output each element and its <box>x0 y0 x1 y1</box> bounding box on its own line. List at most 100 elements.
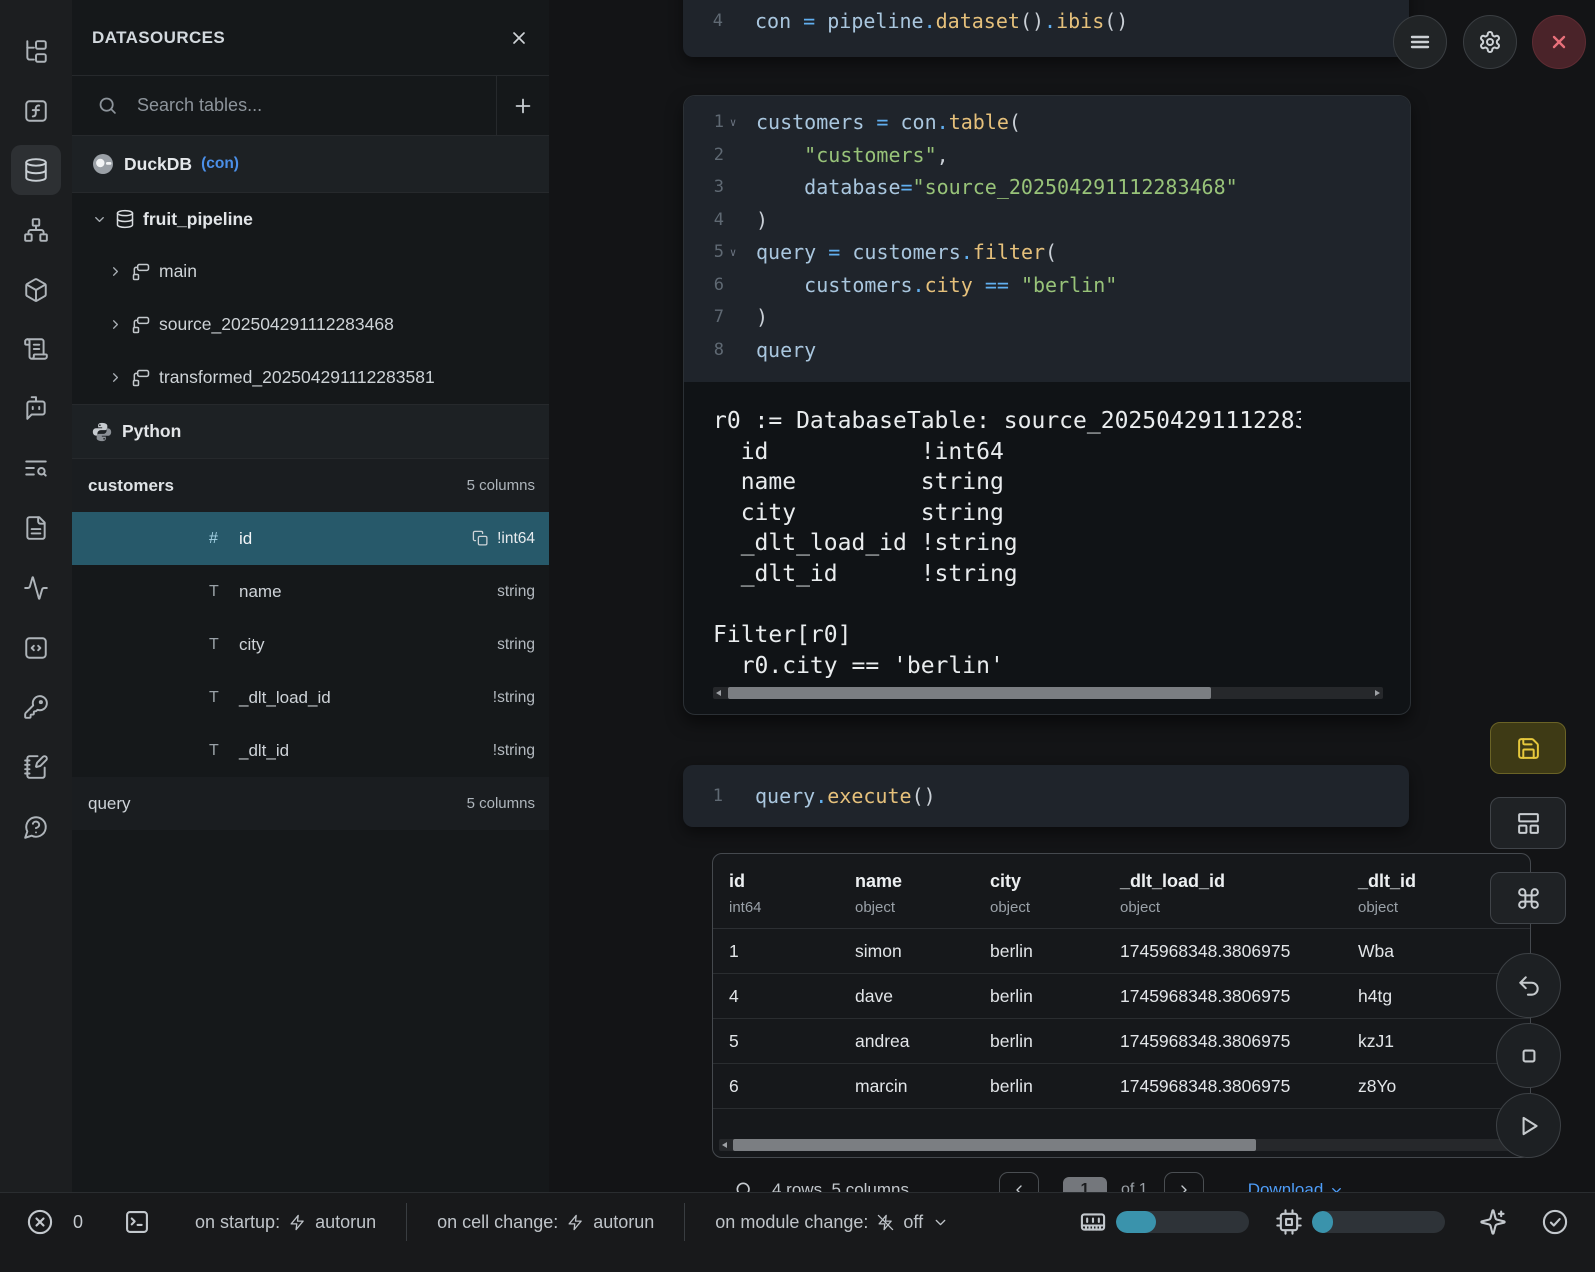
bot-chat-icon[interactable] <box>11 383 61 433</box>
ai-assistant-button[interactable] <box>1479 1208 1507 1236</box>
table-meta: 5 columns <box>467 795 535 812</box>
code-cell-3[interactable]: 1query.execute() <box>683 765 1409 827</box>
horizontal-scrollbar[interactable] <box>719 1139 1524 1151</box>
column-row-city[interactable]: T city string <box>72 618 549 671</box>
activity-rail <box>0 0 73 1192</box>
scrollbar-thumb[interactable] <box>728 687 1211 699</box>
download-link[interactable]: Download <box>1248 1180 1345 1192</box>
code-cell-2[interactable]: 1∨customers = con.table( 2∨ "customers",… <box>683 95 1411 715</box>
cpu-usage[interactable] <box>1275 1208 1445 1236</box>
page-number[interactable]: 1 <box>1063 1177 1107 1192</box>
tree-item-label: transformed_202504291112283581 <box>159 367 435 388</box>
schema-icon <box>131 368 151 388</box>
settings-button[interactable] <box>1463 15 1517 69</box>
column-name: _dlt_id <box>239 741 289 761</box>
panel-header: DATASOURCES <box>72 0 549 76</box>
code-editor[interactable]: 1∨customers = con.table( 2∨ "customers",… <box>684 96 1410 382</box>
gear-icon <box>1478 30 1502 54</box>
divider <box>406 1203 407 1241</box>
chevron-down-icon <box>92 212 107 227</box>
help-circle-icon[interactable] <box>11 802 61 852</box>
table-item-customers[interactable]: customers 5 columns <box>72 459 549 512</box>
result-table: idint64 nameobject cityobject _dlt_load_… <box>712 853 1531 1158</box>
search-row <box>72 76 549 136</box>
scrollbar-thumb[interactable] <box>733 1139 1256 1151</box>
tree-item-schema-transformed[interactable]: transformed_202504291112283581 <box>72 351 549 404</box>
code-line: 4con = pipeline.dataset().ibis() <box>683 5 1409 38</box>
table-row[interactable]: 5andreaberlin1745968348.3806975kzJ1 <box>713 1019 1530 1064</box>
file-text-icon[interactable] <box>11 503 61 553</box>
file-tree-icon[interactable] <box>11 27 61 77</box>
column-row-dlt-load-id[interactable]: T _dlt_load_id !string <box>72 671 549 724</box>
column-type: !string <box>493 689 535 707</box>
scroll-text-icon[interactable] <box>11 324 61 374</box>
column-header[interactable]: id <box>729 871 855 892</box>
table-row[interactable]: 6marcinberlin1745968348.3806975z8Yo <box>713 1064 1530 1109</box>
column-type: string <box>497 583 535 601</box>
on-module-change-setting[interactable]: on module change: off <box>715 1212 949 1233</box>
add-datasource-button[interactable] <box>496 76 549 135</box>
search-icon[interactable] <box>734 1180 754 1192</box>
panel-title: DATASOURCES <box>92 28 225 48</box>
code-cell-1[interactable]: pipeline = dlt.attach("fruit_pipeline") … <box>683 0 1409 57</box>
save-button[interactable] <box>1490 722 1566 774</box>
table-item-query[interactable]: query 5 columns <box>72 777 549 830</box>
connection-duckdb[interactable]: DuckDB (con) <box>72 136 549 193</box>
keyboard-shortcuts-button[interactable] <box>1490 872 1566 924</box>
tree-item-schema-main[interactable]: main <box>72 245 549 298</box>
column-row-dlt-id[interactable]: T _dlt_id !string <box>72 724 549 777</box>
divider <box>684 1203 685 1241</box>
scroll-left-icon[interactable] <box>716 690 721 696</box>
connection-status-icon[interactable] <box>1541 1208 1569 1236</box>
notebook-pen-icon[interactable] <box>11 742 61 792</box>
code-square-icon[interactable] <box>11 623 61 673</box>
search-tables-input[interactable] <box>135 94 496 117</box>
table-row[interactable]: 1simonberlin1745968348.3806975Wba <box>713 929 1530 974</box>
shutdown-button[interactable] <box>1532 15 1586 69</box>
box-icon[interactable] <box>11 265 61 315</box>
tree-item-schema-source[interactable]: source_202504291112283468 <box>72 298 549 351</box>
column-row-name[interactable]: T name string <box>72 565 549 618</box>
table-body: 1simonberlin1745968348.3806975Wba4davebe… <box>713 929 1530 1109</box>
prev-page-button[interactable] <box>999 1172 1039 1192</box>
column-header[interactable]: _dlt_load_id <box>1120 871 1358 892</box>
on-startup-setting[interactable]: on startup: autorun <box>195 1212 376 1233</box>
column-header[interactable]: city <box>990 871 1120 892</box>
layout-button[interactable] <box>1490 797 1566 849</box>
horizontal-scrollbar[interactable] <box>713 687 1383 699</box>
tree-item-database[interactable]: fruit_pipeline <box>72 193 549 245</box>
duckdb-logo-icon <box>91 152 115 176</box>
table-name: query <box>88 794 131 814</box>
zap-off-icon <box>877 1214 894 1231</box>
column-header[interactable]: name <box>855 871 990 892</box>
run-button[interactable] <box>1496 1093 1561 1158</box>
text-search-icon[interactable] <box>11 443 61 493</box>
save-icon <box>1516 736 1541 761</box>
database-icon[interactable] <box>11 145 61 195</box>
undo-button[interactable] <box>1496 953 1561 1018</box>
error-counter[interactable]: 0 <box>26 1208 83 1236</box>
stop-button[interactable] <box>1496 1023 1561 1088</box>
copy-icon[interactable] <box>472 530 489 547</box>
table-header: idint64 nameobject cityobject _dlt_load_… <box>713 854 1530 929</box>
on-cell-change-setting[interactable]: on cell change: autorun <box>437 1212 654 1233</box>
notebook-menu-button[interactable] <box>1393 15 1447 69</box>
python-logo-icon <box>91 421 113 443</box>
network-icon[interactable] <box>11 205 61 255</box>
column-row-id[interactable]: # id !int64 <box>72 512 549 565</box>
function-square-icon[interactable] <box>11 86 61 136</box>
memory-usage[interactable] <box>1079 1208 1249 1236</box>
close-panel-icon[interactable] <box>509 28 529 48</box>
python-section[interactable]: Python <box>72 404 549 459</box>
close-icon <box>1547 30 1571 54</box>
activity-icon[interactable] <box>11 563 61 613</box>
next-page-button[interactable] <box>1164 1172 1204 1192</box>
ibis-expression-output: r0 := DatabaseTable: source_202504291112… <box>713 406 1301 684</box>
terminal-button[interactable] <box>123 1208 151 1236</box>
table-name: customers <box>88 476 174 496</box>
scroll-right-icon[interactable] <box>1375 690 1380 696</box>
table-row[interactable]: 4daveberlin1745968348.3806975h4tg <box>713 974 1530 1019</box>
scroll-left-icon[interactable] <box>722 1142 727 1148</box>
key-icon[interactable] <box>11 682 61 732</box>
memory-stick-icon <box>1079 1208 1107 1236</box>
